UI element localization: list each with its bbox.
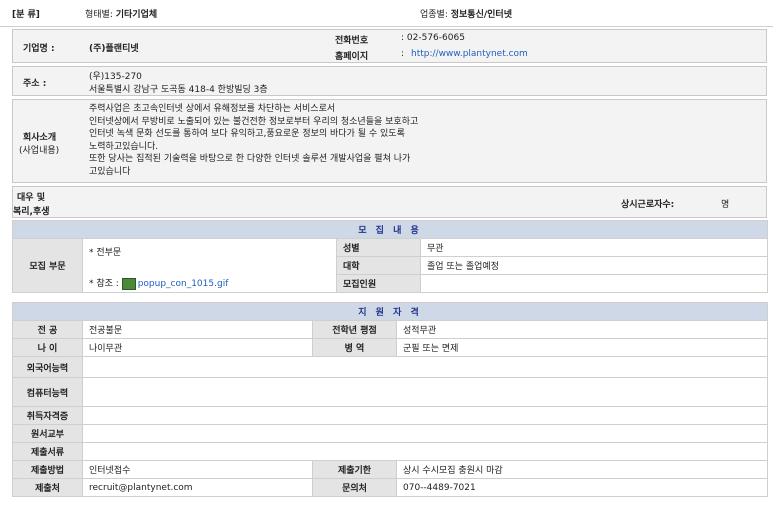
company-intro-box: 회사소개 (사업내용) 주력사업은 초고속인터넷 상에서 유해정보를 차단하는 …	[12, 99, 767, 183]
industry-label: 업종별:	[420, 10, 448, 20]
address-box: 주소 : (우)135-270 서울특별시 강남구 도곡동 418-4 한방빌딩…	[12, 66, 767, 96]
gpa-label: 전학년 평점	[312, 320, 397, 339]
gif-file-icon	[121, 277, 136, 290]
application-form-label: 원서교부	[12, 424, 83, 443]
reference-row: * 참조 : popup_con_1015.gif	[89, 276, 330, 290]
homepage-label: 홈페이지	[335, 52, 369, 62]
classification-bar: [분 류] 형태별: 기타기업체 업종별: 정보통신/인터넷	[0, 0, 773, 27]
employees-label: 상시근로자수:	[621, 200, 675, 210]
job-posting-page: [분 류] 형태별: 기타기업체 업종별: 정보통신/인터넷 기업명 : (주)…	[0, 0, 773, 524]
employees-unit: 명	[721, 200, 730, 210]
phone-value: : 02-576-6065	[401, 33, 465, 43]
intro-label: 회사소개	[23, 133, 57, 143]
computer-label: 컴퓨터능력	[12, 377, 83, 407]
intro-line: 노력하고있습니다.	[89, 141, 159, 152]
welfare-box: 대우 및 복리,후생 상시근로자수: 명	[12, 186, 767, 218]
industry-field: 업종별: 정보통신/인터넷	[420, 7, 512, 20]
company-info-box: 기업명 : (주)플랜티넷 전화번호 : 02-576-6065 홈페이지 : …	[12, 29, 767, 63]
certificate-value	[81, 406, 769, 425]
address-zip: (우)135-270	[89, 72, 142, 82]
method-label: 제출방법	[12, 460, 83, 479]
company-name-label: 기업명 :	[23, 44, 55, 54]
intro-text: 주력사업은 초고속인터넷 상에서 유해정보를 차단하는 서비스로서 인터넷상에서…	[89, 103, 418, 178]
gender-label: 성별	[336, 238, 421, 257]
homepage-separator: :	[401, 49, 405, 59]
recruit-section-title: 모 집 내 용	[11, 220, 769, 239]
address-label: 주소 :	[23, 79, 47, 89]
contact-value: 070--4489-7021	[395, 478, 769, 497]
intro-line: 또한 당사는 집적된 기술력을 바탕으로 한 다양한 인터넷 솔루션 개발사업을…	[89, 154, 411, 164]
intro-line: 고있습니다	[89, 166, 131, 177]
dept-value: * 전부문	[89, 248, 122, 258]
intro-sublabel: (사업내용)	[19, 146, 60, 156]
gender-value: 무관	[419, 238, 769, 257]
deadline-value: 상시 수시모집 충원시 마감	[395, 460, 769, 479]
gpa-value: 성적무관	[395, 320, 769, 339]
industry-value: 정보통신/인터넷	[450, 10, 512, 20]
destination-label: 제출처	[12, 478, 83, 497]
dept-cell: * 전부문 * 참조 : popup_con_1015.gif	[82, 238, 337, 293]
reference-label: * 참조 :	[89, 279, 119, 289]
application-form-value	[81, 424, 769, 443]
destination-value[interactable]: recruit@plantynet.com	[82, 478, 313, 497]
intro-line: 주력사업은 초고속인터넷 상에서 유해정보를 차단하는 서비스로서	[89, 104, 336, 114]
major-label: 전 공	[12, 320, 83, 339]
documents-value	[81, 442, 769, 461]
age-label: 나 이	[12, 338, 83, 357]
certificate-label: 취득자격증	[12, 406, 83, 425]
qualification-table: 지 원 자 격 전 공 전공불문 전학년 평점 성적무관 나 이 나이무관 병 …	[11, 302, 769, 497]
category-label: [분 류]	[12, 10, 40, 20]
welfare-label: 대우 및	[17, 193, 45, 203]
deadline-label: 제출기한	[312, 460, 397, 479]
welfare-sublabel: 복리,후생	[13, 207, 50, 217]
dept-label: 모집 부문	[12, 238, 83, 293]
contact-label: 문의처	[312, 478, 397, 497]
univ-label: 대학	[336, 256, 421, 275]
military-label: 병 역	[312, 338, 397, 357]
company-name-value: (주)플랜티넷	[89, 44, 139, 54]
type-value: 기타기업체	[115, 10, 158, 20]
documents-label: 제출서류	[12, 442, 83, 461]
address-line: 서울특별시 강남구 도곡동 418-4 한방빌딩 3층	[89, 85, 268, 95]
reference-file-link[interactable]: popup_con_1015.gif	[138, 279, 229, 289]
count-label: 모집인원	[336, 274, 421, 293]
computer-value	[81, 377, 769, 407]
language-value	[81, 356, 769, 378]
age-value: 나이무관	[82, 338, 313, 357]
recruit-table: 모 집 내 용 모집 부문 * 전부문 * 참조 : popup_con_101…	[11, 220, 769, 293]
qualify-section-title: 지 원 자 격	[11, 302, 769, 321]
univ-value: 졸업 또는 졸업예정	[419, 256, 769, 275]
military-value: 군필 또는 면제	[395, 338, 769, 357]
homepage-link[interactable]: http://www.plantynet.com	[411, 49, 528, 59]
major-value: 전공불문	[82, 320, 313, 339]
type-label: 형태별:	[85, 10, 113, 20]
language-label: 외국어능력	[12, 356, 83, 378]
phone-label: 전화번호	[335, 36, 369, 46]
intro-line: 인터넷상에서 무방비로 노출되어 있는 불건전한 정보로부터 우리의 청소년들을…	[89, 116, 419, 127]
type-field: 형태별: 기타기업체	[85, 7, 157, 20]
method-value: 인터넷접수	[82, 460, 313, 479]
count-value	[419, 274, 769, 293]
intro-line: 인터넷 녹색 문화 선도를 통하여 보다 유익하고,풍요로운 정보의 바다가 될…	[89, 129, 405, 139]
